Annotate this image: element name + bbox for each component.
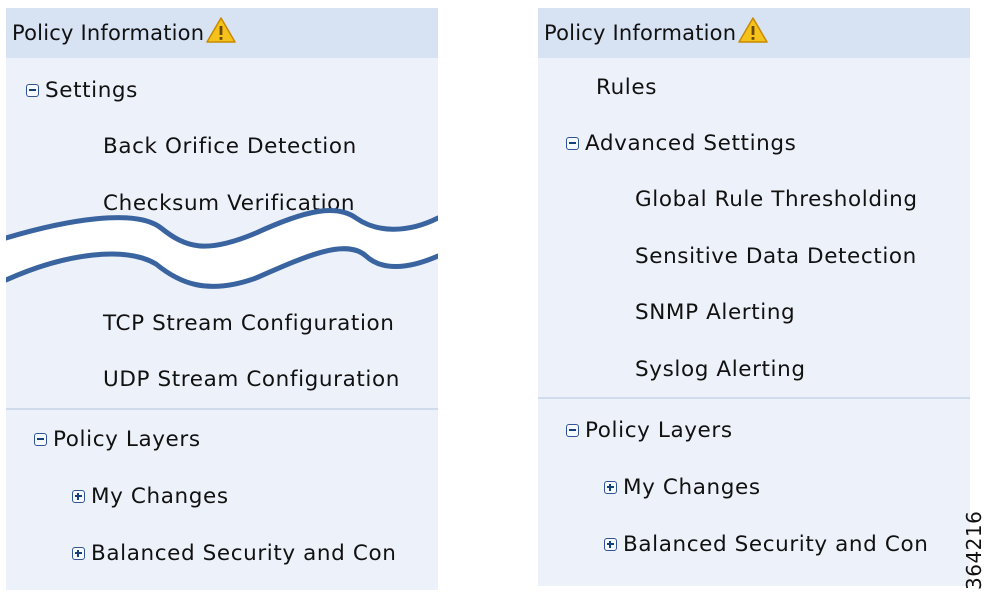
snmp-alerting-item[interactable]: SNMP Alerting bbox=[635, 295, 795, 329]
collapse-icon[interactable] bbox=[26, 83, 39, 97]
policy-information-header[interactable]: Policy Information bbox=[6, 8, 438, 58]
expand-icon[interactable] bbox=[604, 537, 617, 551]
policy-layers-node[interactable]: Policy Layers bbox=[566, 413, 733, 447]
settings-node[interactable]: Settings bbox=[26, 73, 138, 107]
syslog-alerting-item[interactable]: Syslog Alerting bbox=[635, 352, 806, 386]
advanced-settings-node[interactable]: Advanced Settings bbox=[566, 126, 796, 160]
section-divider bbox=[6, 408, 438, 410]
advanced-settings-label: Advanced Settings bbox=[585, 130, 797, 156]
back-orifice-detection-item[interactable]: Back Orifice Detection bbox=[103, 129, 357, 163]
expand-icon[interactable] bbox=[604, 480, 617, 494]
break-separator bbox=[6, 208, 438, 289]
balanced-security-node[interactable]: Balanced Security and Con bbox=[72, 536, 396, 570]
my-changes-label: My Changes bbox=[623, 474, 761, 500]
rules-item[interactable]: Rules bbox=[596, 70, 657, 104]
balanced-security-label: Balanced Security and Con bbox=[91, 540, 397, 566]
my-changes-node[interactable]: My Changes bbox=[72, 479, 229, 513]
warning-icon bbox=[206, 17, 236, 43]
left-policy-navigation-panel: Policy Information Settings Back Orifice… bbox=[6, 8, 438, 590]
warning-icon bbox=[738, 17, 768, 43]
tcp-stream-configuration-item[interactable]: TCP Stream Configuration bbox=[103, 306, 395, 340]
figure-number: 364216 bbox=[962, 510, 986, 590]
expand-icon[interactable] bbox=[72, 546, 85, 560]
policy-layers-label: Policy Layers bbox=[585, 417, 733, 443]
policy-layers-node[interactable]: Policy Layers bbox=[34, 422, 201, 456]
my-changes-label: My Changes bbox=[91, 483, 229, 509]
global-rule-thresholding-item[interactable]: Global Rule Thresholding bbox=[635, 182, 918, 216]
policy-information-label: Policy Information bbox=[544, 21, 737, 45]
policy-information-label: Policy Information bbox=[12, 21, 205, 45]
collapse-icon[interactable] bbox=[566, 423, 579, 437]
settings-label: Settings bbox=[45, 77, 138, 103]
my-changes-node[interactable]: My Changes bbox=[604, 470, 761, 504]
collapse-icon[interactable] bbox=[34, 432, 47, 446]
expand-icon[interactable] bbox=[72, 489, 85, 503]
policy-information-header[interactable]: Policy Information bbox=[538, 8, 970, 58]
right-policy-navigation-panel: Policy Information Rules Advanced Settin… bbox=[538, 8, 970, 586]
collapse-icon[interactable] bbox=[566, 136, 579, 150]
policy-layers-label: Policy Layers bbox=[53, 426, 201, 452]
balanced-security-node[interactable]: Balanced Security and Con bbox=[604, 527, 928, 561]
balanced-security-label: Balanced Security and Con bbox=[623, 531, 929, 557]
section-divider bbox=[538, 397, 970, 399]
sensitive-data-detection-item[interactable]: Sensitive Data Detection bbox=[635, 239, 917, 273]
udp-stream-configuration-item[interactable]: UDP Stream Configuration bbox=[103, 362, 400, 396]
